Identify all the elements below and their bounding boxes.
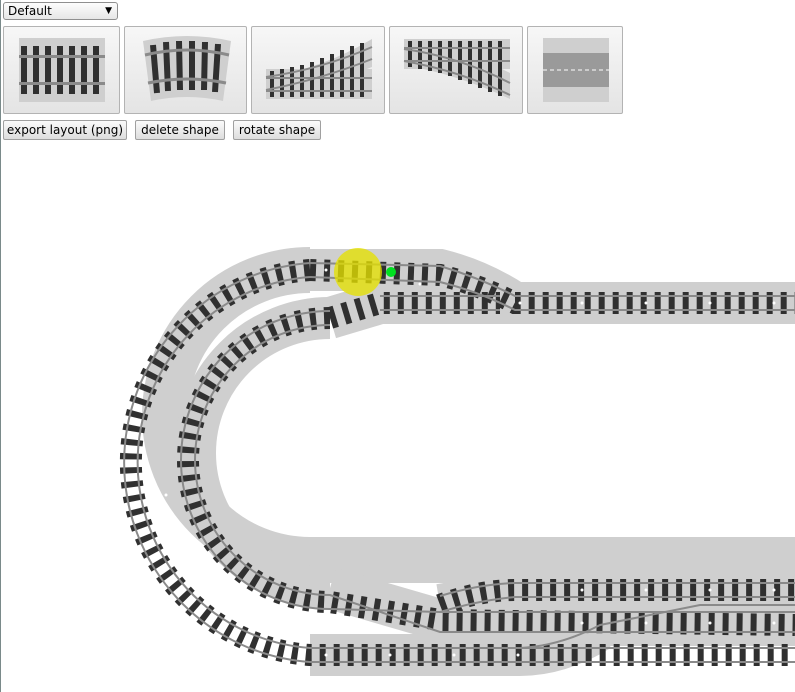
straight-track-shape-button[interactable] bbox=[3, 26, 120, 114]
chevron-down-icon: ▼ bbox=[105, 6, 112, 16]
curved-track-icon bbox=[143, 36, 231, 101]
delete-shape-button[interactable]: delete shape bbox=[135, 120, 225, 140]
straight-track-icon bbox=[19, 38, 105, 102]
export-layout-button[interactable]: export layout (png) bbox=[3, 120, 127, 140]
connector-point[interactable] bbox=[386, 267, 396, 277]
curved-track-shape-button[interactable] bbox=[124, 26, 247, 114]
right-switch-icon bbox=[265, 39, 373, 99]
layout-select-value: Default bbox=[8, 4, 52, 18]
selected-shape-highlight[interactable] bbox=[334, 248, 382, 296]
left-switch-icon bbox=[403, 39, 511, 99]
road-icon bbox=[543, 38, 609, 102]
layout-select[interactable]: Default ▼ bbox=[3, 2, 118, 20]
rotate-shape-button[interactable]: rotate shape bbox=[233, 120, 321, 140]
left-switch-shape-button[interactable] bbox=[389, 26, 523, 114]
right-switch-shape-button[interactable] bbox=[251, 26, 385, 114]
track-layout-canvas[interactable] bbox=[0, 145, 795, 692]
road-shape-button[interactable] bbox=[527, 26, 623, 114]
